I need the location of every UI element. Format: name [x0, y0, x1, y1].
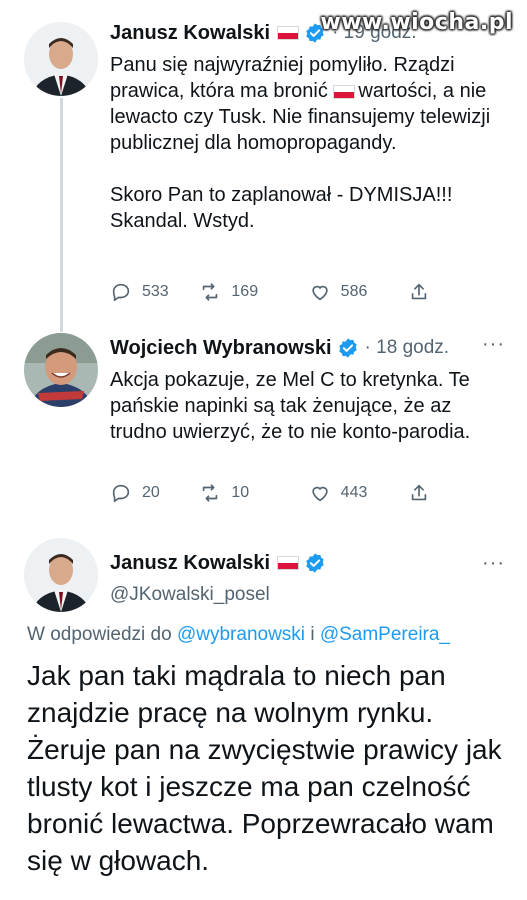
thread-line [60, 98, 63, 332]
main-tweet-text: Jak pan taki mądrala to niech pan znajdz… [27, 660, 502, 876]
author-handle[interactable]: @JKowalski_posel [110, 584, 326, 606]
reply-and: i [310, 624, 315, 645]
verified-badge-icon [306, 553, 324, 573]
retweet-button[interactable]: 169 [199, 281, 308, 303]
reply-user-link[interactable]: @SamPereira_ [320, 624, 450, 645]
more-icon[interactable]: ··· [482, 333, 505, 356]
watermark-logo: www.wiocha.pl [320, 10, 513, 35]
avatar-portrait [24, 22, 98, 96]
poland-flag-icon [333, 84, 356, 99]
retweet-icon [203, 283, 218, 301]
reply-icon [112, 283, 130, 302]
verified-badge-icon [338, 338, 357, 358]
poland-flag-icon [277, 556, 300, 570]
reply-prefix: W odpowiedzi do [27, 624, 172, 645]
tweet-text-part-2: wartości, a nie lewacto czy Tusk. Nie fi… [110, 80, 491, 232]
reply-context: W odpowiedzi do @wybranowski i @SamPerei… [27, 624, 450, 646]
tweet-text: Panu się najwyraźniej pomyliło. Rządzi p… [110, 52, 505, 234]
retweet-count: 169 [231, 283, 259, 300]
retweet-count: 10 [231, 484, 250, 501]
reply-button[interactable]: 533 [110, 281, 199, 303]
main-author-block: Janusz Kowalski @JKowalski_posel [110, 548, 326, 606]
reply-user-link[interactable]: @wybranowski [177, 624, 305, 645]
like-icon [311, 285, 328, 301]
reply-count: 20 [142, 484, 160, 501]
avatar-wojciech-wybranowski[interactable] [24, 333, 98, 407]
author-name[interactable]: Wojciech Wybranowski [110, 337, 332, 360]
tweet-time[interactable]: · 18 godz. [365, 337, 450, 359]
tweet-2: Wojciech Wybranowski · 18 godz. ··· Akcj… [0, 330, 527, 530]
author-name[interactable]: Janusz Kowalski [110, 552, 270, 575]
share-button[interactable] [408, 281, 440, 303]
like-button[interactable]: 586 [309, 281, 408, 303]
share-icon [411, 283, 427, 300]
reply-count: 533 [142, 283, 169, 300]
like-icon [311, 486, 328, 502]
avatar-janusz-kowalski[interactable] [24, 22, 98, 96]
reply-icon [112, 484, 130, 503]
avatar-portrait [24, 333, 98, 407]
poland-flag-icon [277, 26, 300, 40]
like-count: 443 [340, 484, 368, 501]
share-icon [411, 484, 427, 501]
retweet-icon [203, 484, 218, 502]
reply-button[interactable]: 20 [110, 482, 199, 504]
more-icon[interactable]: ··· [482, 552, 505, 575]
like-button[interactable]: 443 [309, 482, 408, 504]
avatar-janusz-kowalski[interactable] [24, 538, 98, 612]
author-name[interactable]: Janusz Kowalski [110, 22, 270, 45]
tweet-text: Akcja pokazuje, ze Mel C to kretynka. Te… [110, 369, 471, 443]
share-button[interactable] [408, 482, 440, 504]
avatar-portrait [24, 538, 98, 612]
like-count: 586 [340, 283, 368, 300]
tweet-1: Janusz Kowalski · 19 godz. Panu się najw… [0, 0, 527, 332]
retweet-button[interactable]: 10 [199, 482, 308, 504]
